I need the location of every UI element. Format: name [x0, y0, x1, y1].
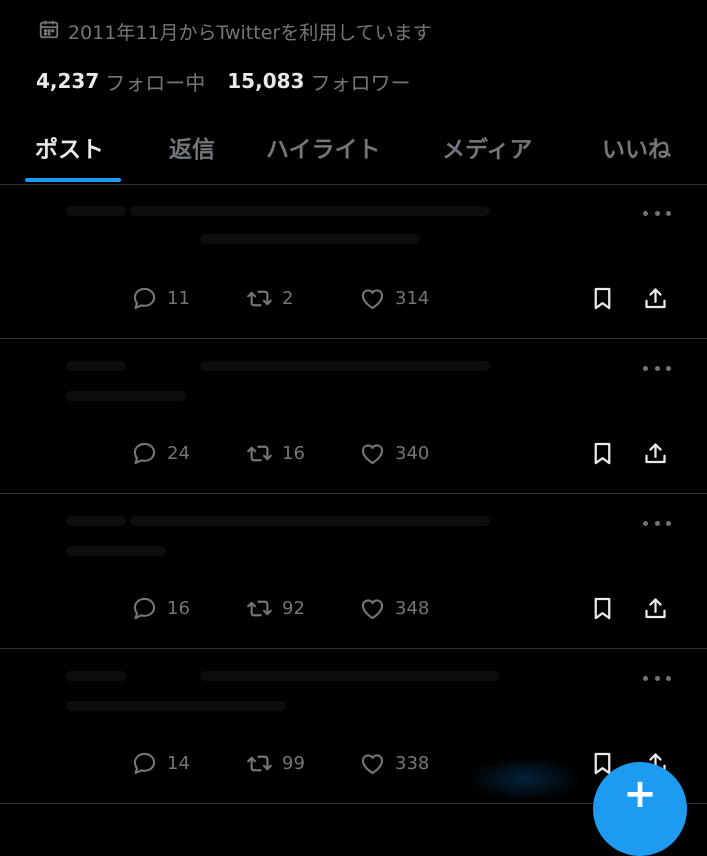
like-button[interactable]: 340 — [359, 440, 429, 467]
compose-plus-icon: + — [623, 771, 657, 817]
tab-likes[interactable]: いいね — [602, 130, 671, 164]
profile-tabs: ポスト 返信 ハイライト メディア いいね — [0, 118, 707, 185]
repost-button[interactable]: 92 — [246, 595, 305, 622]
post-item[interactable]: 24 16 340 — [0, 339, 707, 494]
tab-replies[interactable]: 返信 — [169, 130, 215, 164]
blurred-post-text — [200, 671, 500, 681]
reply-button[interactable]: 11 — [131, 285, 190, 312]
reply-icon — [131, 595, 158, 622]
calendar-icon — [38, 18, 60, 45]
reply-count: 11 — [167, 288, 190, 309]
like-count: 338 — [395, 753, 430, 774]
blurred-post-text — [200, 234, 420, 244]
following-count[interactable]: 4,237 — [36, 69, 99, 93]
like-button[interactable]: 338 — [359, 750, 429, 777]
heart-icon — [359, 750, 386, 777]
repost-count: 99 — [282, 753, 305, 774]
follow-stats: 4,237 フォロー中 15,083 フォロワー — [36, 66, 432, 96]
more-icon[interactable] — [643, 671, 671, 685]
heart-icon — [359, 595, 386, 622]
blurred-post-text — [200, 361, 490, 371]
repost-icon — [246, 750, 273, 777]
share-icon[interactable] — [642, 285, 669, 312]
reply-count: 16 — [167, 598, 190, 619]
repost-count: 16 — [282, 443, 305, 464]
like-count: 348 — [395, 598, 430, 619]
repost-icon — [246, 440, 273, 467]
reply-button[interactable]: 16 — [131, 595, 190, 622]
repost-button[interactable]: 99 — [246, 750, 305, 777]
followers-count[interactable]: 15,083 — [227, 69, 304, 93]
reply-count: 24 — [167, 443, 190, 464]
blurred-post-text — [66, 391, 186, 401]
reply-button[interactable]: 14 — [131, 750, 190, 777]
reply-icon — [131, 750, 158, 777]
blurred-post-text — [66, 701, 286, 711]
share-icon[interactable] — [642, 440, 669, 467]
tab-highlights[interactable]: ハイライト — [266, 130, 381, 164]
heart-icon — [359, 285, 386, 312]
reply-count: 14 — [167, 753, 190, 774]
following-label[interactable]: フォロー中 — [105, 67, 205, 96]
more-icon[interactable] — [643, 361, 671, 375]
repost-button[interactable]: 2 — [246, 285, 293, 312]
repost-icon — [246, 595, 273, 622]
like-button[interactable]: 348 — [359, 595, 429, 622]
share-icon[interactable] — [642, 595, 669, 622]
more-icon[interactable] — [643, 516, 671, 530]
followers-label[interactable]: フォロワー — [310, 67, 410, 96]
post-item[interactable]: 11 2 314 — [0, 184, 707, 339]
repost-button[interactable]: 16 — [246, 440, 305, 467]
joined-date: 2011年11月からTwitterを利用しています — [38, 17, 432, 45]
heart-icon — [359, 440, 386, 467]
reply-button[interactable]: 24 — [131, 440, 190, 467]
reply-icon — [131, 440, 158, 467]
blurred-post-text — [66, 516, 126, 526]
tab-posts[interactable]: ポスト — [35, 130, 104, 164]
reply-icon — [131, 285, 158, 312]
like-count: 340 — [395, 443, 430, 464]
joined-date-text: 2011年11月からTwitterを利用しています — [68, 21, 432, 44]
compose-button[interactable]: + — [593, 762, 687, 856]
bookmark-icon[interactable] — [589, 440, 616, 467]
tab-media[interactable]: メディア — [442, 130, 532, 164]
blurred-post-text — [130, 206, 490, 216]
repost-icon — [246, 285, 273, 312]
active-tab-indicator — [25, 178, 121, 182]
blue-glow — [470, 758, 580, 800]
blurred-post-text — [130, 516, 490, 526]
post-item[interactable]: 16 92 348 — [0, 494, 707, 649]
like-button[interactable]: 314 — [359, 285, 429, 312]
like-count: 314 — [395, 288, 430, 309]
blurred-post-text — [66, 671, 126, 681]
repost-count: 2 — [282, 288, 294, 309]
repost-count: 92 — [282, 598, 305, 619]
more-icon[interactable] — [643, 206, 671, 220]
bookmark-icon[interactable] — [589, 285, 616, 312]
blurred-post-text — [66, 206, 126, 216]
bookmark-icon[interactable] — [589, 595, 616, 622]
blurred-post-text — [66, 546, 166, 556]
blurred-post-text — [66, 361, 126, 371]
